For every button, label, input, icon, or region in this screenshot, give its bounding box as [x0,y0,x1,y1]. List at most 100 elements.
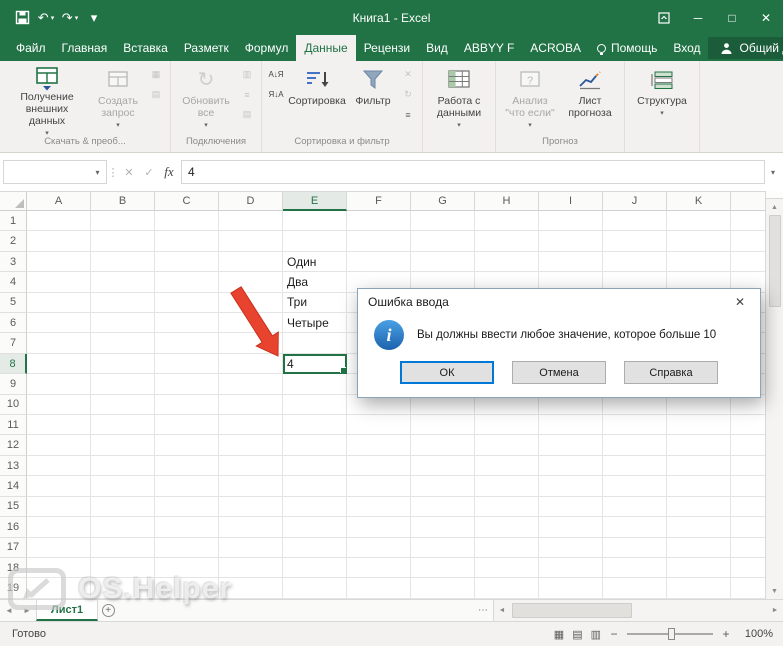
cell-J13[interactable] [603,456,667,476]
cell-B17[interactable] [91,538,155,558]
formula-bar-splitter[interactable]: ⋮ [107,166,119,179]
cell-G13[interactable] [411,456,475,476]
cell-E11[interactable] [283,415,347,435]
cell-E16[interactable] [283,517,347,537]
row-header-16[interactable]: 16 [0,517,27,537]
zoom-out-button[interactable]: − [609,627,619,641]
minimize-button[interactable]: ─ [681,0,715,35]
cell-partial-row-12[interactable] [731,435,765,455]
sheet-bar-more-button[interactable]: ⋯ [473,600,493,621]
cell-H13[interactable] [475,456,539,476]
cell-partial-row-13[interactable] [731,456,765,476]
cell-D12[interactable] [219,435,283,455]
cell-A3[interactable] [27,252,91,272]
cell-K18[interactable] [667,558,731,578]
page-layout-view-button[interactable]: ▤ [572,628,582,641]
cell-D2[interactable] [219,231,283,251]
cell-A16[interactable] [27,517,91,537]
cell-D9[interactable] [219,374,283,394]
cell-E2[interactable] [283,231,347,251]
cell-G11[interactable] [411,415,475,435]
tab-помощь[interactable]: Помощь [589,35,665,61]
cell-B2[interactable] [91,231,155,251]
cell-G12[interactable] [411,435,475,455]
cell-B15[interactable] [91,497,155,517]
column-header-A[interactable]: A [27,192,91,211]
close-button[interactable]: ✕ [749,0,783,35]
cell-K19[interactable] [667,578,731,598]
undo-button[interactable]: ↶ ▾ [34,5,58,31]
cell-C15[interactable] [155,497,219,517]
cell-F2[interactable] [347,231,411,251]
cell-B18[interactable] [91,558,155,578]
cell-C16[interactable] [155,517,219,537]
cell-C11[interactable] [155,415,219,435]
data-tools-button[interactable]: Работа с данными ▾ [427,62,491,132]
row-header-13[interactable]: 13 [0,456,27,476]
tab-главная[interactable]: Главная [54,35,116,61]
cell-partial-row-18[interactable] [731,558,765,578]
cell-G17[interactable] [411,538,475,558]
cell-I17[interactable] [539,538,603,558]
column-header-G[interactable]: G [411,192,475,211]
ok-button[interactable]: ОК [400,361,494,384]
cell-K16[interactable] [667,517,731,537]
cell-C13[interactable] [155,456,219,476]
cell-K1[interactable] [667,211,731,231]
cell-F14[interactable] [347,476,411,496]
cell-J11[interactable] [603,415,667,435]
scroll-down-button[interactable]: ▼ [766,583,783,599]
dialog-close-button[interactable]: ✕ [720,289,760,315]
cell-H16[interactable] [475,517,539,537]
cell-B5[interactable] [91,293,155,313]
row-header-2[interactable]: 2 [0,231,27,251]
enter-entry-button[interactable]: ✓ [139,160,159,184]
cell-A6[interactable] [27,313,91,333]
cell-A1[interactable] [27,211,91,231]
tab-данные[interactable]: Данные [296,35,355,61]
ribbon-display-options-button[interactable] [647,0,681,35]
cell-B10[interactable] [91,395,155,415]
cell-partial-row-14[interactable] [731,476,765,496]
cell-A4[interactable] [27,272,91,292]
cell-H17[interactable] [475,538,539,558]
cell-C9[interactable] [155,374,219,394]
cell-E4[interactable]: Два [283,272,347,292]
cell-K15[interactable] [667,497,731,517]
add-sheet-button[interactable]: + [98,600,118,621]
column-header-J[interactable]: J [603,192,667,211]
cell-H2[interactable] [475,231,539,251]
cell-H3[interactable] [475,252,539,272]
column-header-I[interactable]: I [539,192,603,211]
vertical-scrollbar-thumb[interactable] [769,215,781,307]
row-header-19[interactable]: 19 [0,578,27,598]
cell-B16[interactable] [91,517,155,537]
cell-H19[interactable] [475,578,539,598]
forecast-sheet-button[interactable]: Лист прогноза [560,62,620,132]
cell-J3[interactable] [603,252,667,272]
cell-G3[interactable] [411,252,475,272]
cell-K17[interactable] [667,538,731,558]
cell-J18[interactable] [603,558,667,578]
cell-H18[interactable] [475,558,539,578]
cell-E18[interactable] [283,558,347,578]
maximize-button[interactable]: □ [715,0,749,35]
cell-K2[interactable] [667,231,731,251]
row-header-8[interactable]: 8 [0,354,27,374]
cell-C6[interactable] [155,313,219,333]
recent-sources-button[interactable]: ▦ [146,66,166,83]
tab-abbyy-f[interactable]: ABBYY F [456,35,522,61]
row-header-17[interactable]: 17 [0,538,27,558]
cell-partial-row-1[interactable] [731,211,765,231]
cell-B8[interactable] [91,354,155,374]
customize-quick-access-button[interactable]: ▾ [82,5,106,31]
cell-D1[interactable] [219,211,283,231]
cell-partial-row-11[interactable] [731,415,765,435]
cell-I15[interactable] [539,497,603,517]
column-header-C[interactable]: C [155,192,219,211]
cell-D19[interactable] [219,578,283,598]
cell-C10[interactable] [155,395,219,415]
sort-az-button[interactable]: А↓Я [266,66,286,83]
cell-K3[interactable] [667,252,731,272]
zoom-slider[interactable] [627,633,713,635]
